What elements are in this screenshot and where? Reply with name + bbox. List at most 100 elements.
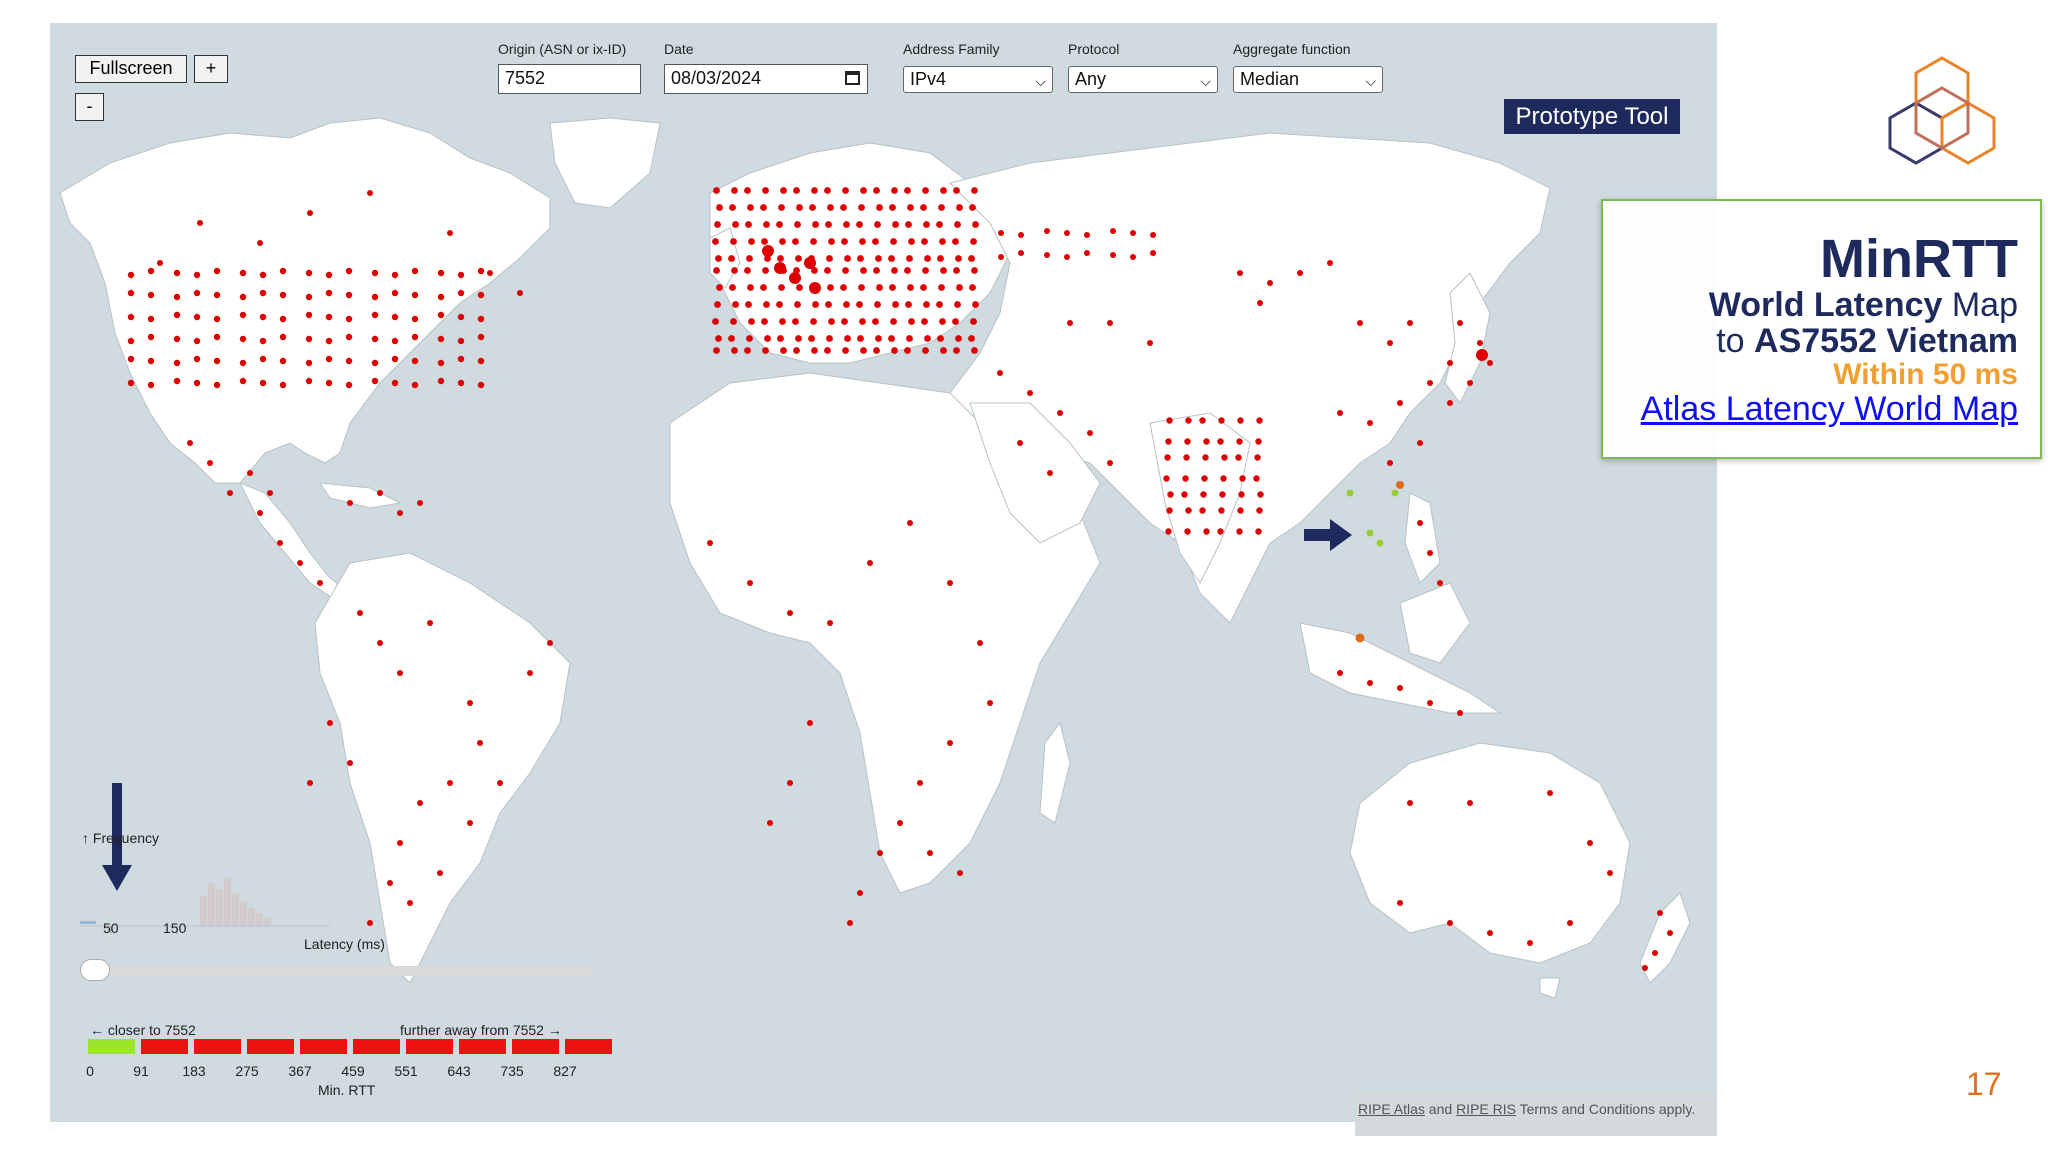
probe-marker[interactable] xyxy=(297,560,303,566)
probe-marker[interactable] xyxy=(279,291,287,299)
probe-marker[interactable] xyxy=(779,238,786,245)
probe-marker[interactable] xyxy=(1547,790,1553,796)
probe-marker[interactable] xyxy=(1044,228,1050,234)
probe-marker[interactable] xyxy=(1427,700,1433,706)
probe-marker[interactable] xyxy=(787,610,793,616)
probe-marker[interactable] xyxy=(457,355,465,363)
probe-marker[interactable] xyxy=(712,318,719,325)
probe-marker[interactable] xyxy=(891,267,898,274)
probe-marker[interactable] xyxy=(1203,528,1210,535)
probe-marker[interactable] xyxy=(345,333,353,341)
probe-marker[interactable] xyxy=(193,313,201,321)
probe-marker[interactable] xyxy=(810,318,817,325)
probe-marker[interactable] xyxy=(213,381,221,389)
probe-marker[interactable] xyxy=(998,254,1004,260)
probe-marker[interactable] xyxy=(872,318,879,325)
probe-marker[interactable] xyxy=(867,560,873,566)
probe-marker[interactable] xyxy=(1407,320,1413,326)
probe-marker[interactable] xyxy=(732,221,739,228)
probe-marker[interactable] xyxy=(840,284,847,291)
probe-marker[interactable] xyxy=(147,381,155,389)
probe-marker[interactable] xyxy=(127,271,135,279)
probe-marker[interactable] xyxy=(279,267,287,275)
probe-marker[interactable] xyxy=(1255,438,1262,445)
probe-marker[interactable] xyxy=(792,318,799,325)
probe-marker[interactable] xyxy=(859,238,866,245)
probe-marker[interactable] xyxy=(730,238,737,245)
probe-marker[interactable] xyxy=(407,900,413,906)
probe-marker[interactable] xyxy=(920,284,927,291)
probe-marker[interactable] xyxy=(874,221,881,228)
probe-marker[interactable] xyxy=(954,301,961,308)
probe-marker[interactable] xyxy=(305,311,313,319)
probe-marker[interactable] xyxy=(828,238,835,245)
probe-marker[interactable] xyxy=(411,267,419,275)
probe-marker[interactable] xyxy=(953,267,960,274)
probe-marker[interactable] xyxy=(1477,340,1483,346)
probe-marker[interactable] xyxy=(875,335,882,342)
probe-marker[interactable] xyxy=(457,289,465,297)
probe-marker[interactable] xyxy=(305,377,313,385)
probe-marker[interactable] xyxy=(1346,489,1354,497)
probe-marker[interactable] xyxy=(952,238,959,245)
probe-marker[interactable] xyxy=(1447,920,1453,926)
probe-marker[interactable] xyxy=(1166,507,1173,514)
probe-marker[interactable] xyxy=(411,357,419,365)
probe-marker[interactable] xyxy=(279,357,287,365)
probe-marker[interactable] xyxy=(731,187,738,194)
probe-marker[interactable] xyxy=(437,377,445,385)
probe-marker[interactable] xyxy=(197,220,203,226)
date-input[interactable]: 08/03/2024 xyxy=(664,64,868,94)
probe-marker[interactable] xyxy=(127,289,135,297)
probe-marker[interactable] xyxy=(777,335,784,342)
probe-marker[interactable] xyxy=(1427,550,1433,556)
probe-marker[interactable] xyxy=(1087,430,1093,436)
probe-marker[interactable] xyxy=(795,335,802,342)
probe-marker[interactable] xyxy=(259,379,267,387)
probe-marker[interactable] xyxy=(971,187,978,194)
probe-marker[interactable] xyxy=(731,267,738,274)
probe-marker[interactable] xyxy=(713,347,720,354)
probe-marker[interactable] xyxy=(1221,454,1228,461)
probe-marker[interactable] xyxy=(792,238,799,245)
probe-marker[interactable] xyxy=(796,284,803,291)
probe-marker[interactable] xyxy=(877,850,883,856)
probe-marker[interactable] xyxy=(477,740,483,746)
probe-marker[interactable] xyxy=(307,210,313,216)
probe-marker[interactable] xyxy=(972,221,979,228)
probe-marker[interactable] xyxy=(213,357,221,365)
probe-marker[interactable] xyxy=(762,187,769,194)
probe-marker[interactable] xyxy=(1184,528,1191,535)
probe-marker[interactable] xyxy=(987,700,993,706)
probe-marker[interactable] xyxy=(147,291,155,299)
probe-marker[interactable] xyxy=(904,187,911,194)
probe-marker[interactable] xyxy=(517,290,523,296)
probe-marker[interactable] xyxy=(305,335,313,343)
probe-marker[interactable] xyxy=(761,318,768,325)
probe-marker[interactable] xyxy=(923,301,930,308)
address-family-select[interactable]: IPv4 ⌵ xyxy=(903,66,1053,93)
probe-marker[interactable] xyxy=(843,221,850,228)
probe-marker[interactable] xyxy=(970,238,977,245)
probe-marker[interactable] xyxy=(239,293,247,301)
probe-marker[interactable] xyxy=(826,255,833,262)
probe-marker[interactable] xyxy=(1397,400,1403,406)
probe-marker[interactable] xyxy=(1297,270,1303,276)
probe-marker[interactable] xyxy=(1387,460,1393,466)
probe-marker[interactable] xyxy=(1067,320,1073,326)
probe-marker[interactable] xyxy=(257,510,263,516)
probe-marker[interactable] xyxy=(905,301,912,308)
probe-marker[interactable] xyxy=(527,670,533,676)
probe-marker[interactable] xyxy=(1166,417,1173,424)
probe-marker[interactable] xyxy=(1165,528,1172,535)
probe-marker[interactable] xyxy=(391,271,399,279)
probe-marker[interactable] xyxy=(744,187,751,194)
probe-marker[interactable] xyxy=(193,271,201,279)
probe-marker[interactable] xyxy=(824,347,831,354)
probe-marker[interactable] xyxy=(955,255,962,262)
probe-marker[interactable] xyxy=(437,870,443,876)
probe-marker[interactable] xyxy=(940,347,947,354)
probe-marker[interactable] xyxy=(1407,800,1413,806)
probe-marker[interactable] xyxy=(357,610,363,616)
probe-marker[interactable] xyxy=(279,333,287,341)
